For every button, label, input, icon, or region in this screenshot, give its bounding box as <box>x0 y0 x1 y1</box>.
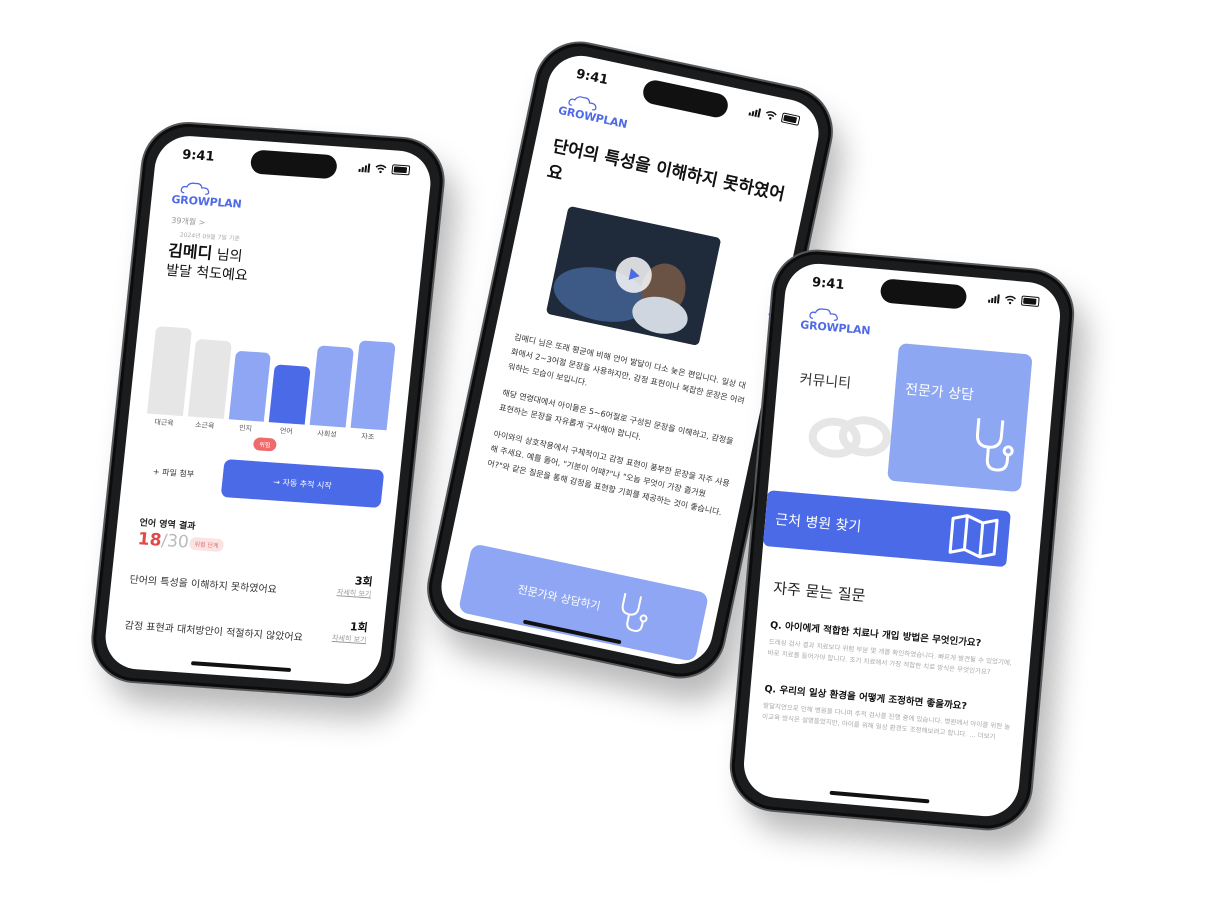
detail-link[interactable]: 자세히 보기 <box>336 587 371 599</box>
date-text: 2024년 09월 7일 기준 <box>179 231 241 243</box>
status-icons <box>988 293 1040 308</box>
domain-label: 사회성 <box>316 429 338 439</box>
detail-link[interactable]: 자세히 보기 <box>332 633 367 645</box>
score-total: /30 <box>160 530 190 553</box>
result-count: 3회 <box>354 574 374 589</box>
home-indicator <box>190 661 292 673</box>
signal-icon <box>748 106 762 118</box>
find-hospital-card[interactable]: 근처 병원 찾기 <box>762 490 1011 568</box>
signal-icon <box>988 293 1000 304</box>
battery-icon <box>1020 295 1040 308</box>
battery-icon <box>780 112 801 126</box>
page-title: 김메디 님의 발달 척도예요 <box>165 241 251 286</box>
child-name: 김메디 <box>167 240 214 263</box>
status-icons <box>748 106 801 126</box>
stethoscope-icon <box>975 418 1014 472</box>
status-time: 9:41 <box>811 275 845 293</box>
faq-item[interactable]: Q. 우리의 일상 환경을 어떻게 조정하면 좋을까요? 발달지연으로 인해 병… <box>762 681 1017 745</box>
stethoscope-icon <box>621 592 648 632</box>
dynamic-island <box>640 78 731 120</box>
attach-file-button[interactable]: + 파일 첨부 <box>152 466 194 480</box>
dynamic-island <box>249 149 338 180</box>
domain-bar <box>309 345 355 428</box>
name-suffix: 님의 <box>211 246 244 265</box>
domain-bar <box>187 338 232 419</box>
result-text: 단어의 특성을 이해하지 못하였어요 <box>128 574 278 596</box>
result-item[interactable]: 1회 감정 표현과 대처방안이 적절하지 않았어요 자세히 보기 <box>124 603 369 644</box>
expert-label: 전문가 상담 <box>904 381 975 404</box>
domain-label: 소근육 <box>194 420 215 431</box>
logo: GROWPLAN <box>800 306 872 337</box>
risk-badge: 위험 <box>252 437 278 452</box>
domain-bar <box>269 364 312 425</box>
domain-label: 자조 <box>360 432 375 442</box>
wifi-icon <box>375 164 387 173</box>
status-time: 9:41 <box>181 147 216 165</box>
logo: GROWPLAN <box>171 181 244 211</box>
domain-label: 인지 <box>238 424 253 433</box>
result-text: 감정 표현과 대처방안이 적절하지 않았어요 <box>124 620 304 644</box>
faq-item[interactable]: Q. 아이에게 적합한 치료나 개입 방법은 무엇인가요? 드레싱 검사 결과 … <box>767 617 1022 681</box>
status-icons <box>358 162 411 176</box>
logo-text: GROWPLAN <box>799 318 871 338</box>
consult-label: 전문가와 상담하기 <box>516 582 602 614</box>
score-value: 18 <box>136 529 163 551</box>
link-icon <box>808 416 891 458</box>
screen: 9:41 GROWPLAN 39개월 > 2024년 09월 7일 기준 김메디… <box>102 133 434 687</box>
domain-label: 대근육 <box>153 418 175 428</box>
home-indicator <box>829 790 930 804</box>
logo: GROWPLAN <box>557 92 631 131</box>
score-badge: 위험 단계 <box>188 536 225 553</box>
wifi-icon <box>1005 295 1016 304</box>
community-label: 커뮤니티 <box>798 371 852 392</box>
bar-chart <box>146 304 398 431</box>
result-count: 1회 <box>349 620 369 635</box>
play-icon <box>628 268 640 280</box>
domain-label: 언어 <box>279 426 294 436</box>
consult-expert-button[interactable]: 전문가와 상담하기 <box>457 543 710 663</box>
video-thumbnail[interactable] <box>545 205 722 346</box>
dynamic-island <box>879 278 968 310</box>
domain-bar <box>146 326 192 417</box>
subtitle: 발달 척도예요 <box>165 262 249 285</box>
logo-text: GROWPLAN <box>170 192 243 211</box>
faq-title: 자주 묻는 질문 <box>772 579 867 605</box>
hospital-label: 근처 병원 찾기 <box>774 511 862 536</box>
phone-support-menu: 9:41 GROWPLAN 커뮤니티 전문가 상담 근처 병원 찾기 자주 묻는… <box>728 247 1076 833</box>
score: 18/30 <box>137 529 190 552</box>
wifi-icon <box>766 110 777 120</box>
start-tracking-button[interactable]: → 자동 추적 시작 <box>220 459 385 509</box>
domain-bar <box>228 350 272 422</box>
expert-consult-card[interactable]: 전문가 상담 <box>887 343 1033 493</box>
result-item[interactable]: 3회 단어의 특성을 이해하지 못하였어요 자세히 보기 <box>129 557 374 598</box>
phone-development-scale: 9:41 GROWPLAN 39개월 > 2024년 09월 7일 기준 김메디… <box>89 121 447 699</box>
status-time: 9:41 <box>574 66 610 89</box>
screen: 9:41 GROWPLAN 커뮤니티 전문가 상담 근처 병원 찾기 자주 묻는… <box>741 260 1063 820</box>
description: 김메디 님은 또래 평균에 비해 언어 발달이 다소 늦은 편입니다. 일상 대… <box>483 330 752 533</box>
domain-bar <box>350 340 396 431</box>
battery-icon <box>391 164 411 176</box>
age-link[interactable]: 39개월 > <box>171 215 206 228</box>
signal-icon <box>358 162 371 173</box>
map-icon <box>948 514 999 559</box>
